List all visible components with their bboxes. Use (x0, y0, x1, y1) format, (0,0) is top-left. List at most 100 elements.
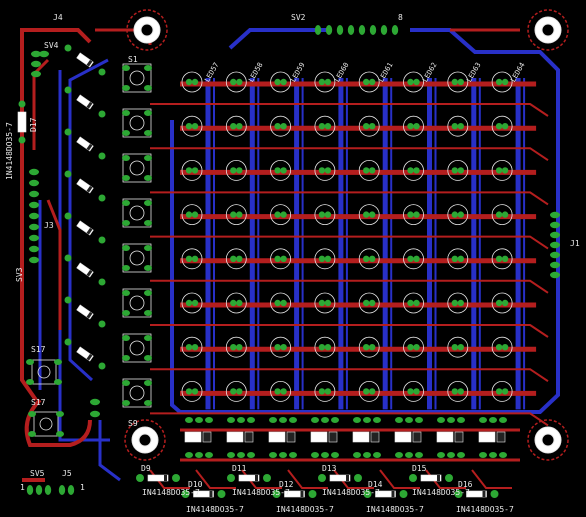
switch-pad (144, 175, 152, 181)
sv3-pin (29, 223, 39, 231)
led-pad (369, 255, 376, 262)
led-pad (369, 211, 376, 218)
led-pad (280, 211, 287, 218)
diode-pad (415, 452, 423, 458)
led-pad (501, 299, 509, 307)
switch-pad (28, 431, 36, 437)
led-pad (230, 167, 237, 174)
diode-pad (217, 490, 226, 498)
switch-pad (122, 155, 130, 161)
sv3-pin (29, 179, 39, 187)
led-pad (324, 211, 332, 218)
d14-part-label: IN4148DO35-7 (366, 505, 424, 514)
led-pad (191, 123, 199, 130)
diode-pad (64, 128, 72, 136)
diode-pad (98, 194, 106, 202)
led-pad (495, 388, 503, 395)
switch-pad (122, 265, 130, 271)
s1-label: S1 (128, 55, 138, 64)
diode-band (244, 431, 254, 443)
diode-pad (399, 490, 408, 498)
diode-pad (279, 452, 287, 458)
diode-pad (308, 490, 317, 498)
sv3-pin (29, 190, 39, 198)
switch-pad (144, 155, 152, 161)
led-pad (230, 344, 237, 351)
led-pad (185, 344, 193, 351)
diode-pad (64, 254, 72, 262)
led-pad (495, 123, 503, 130)
diode-pad (237, 452, 245, 458)
led-pad (280, 167, 287, 174)
diode-pad (321, 417, 329, 423)
led-pad (451, 299, 458, 307)
mounting-hole-center (541, 23, 555, 37)
diode-pad (457, 452, 465, 458)
sv5-label: SV5 (30, 469, 45, 478)
led-pad (191, 388, 199, 395)
sv2-pin8-label: 8 (398, 13, 403, 22)
led-pad (495, 211, 503, 218)
led-pad (363, 255, 370, 262)
diode-band (328, 431, 338, 443)
diode-band (286, 431, 296, 443)
diode-band (164, 475, 167, 481)
led-pad (451, 78, 458, 86)
switch-pad (122, 380, 130, 386)
j5-pin (58, 485, 66, 495)
sv2-pin (314, 25, 322, 35)
led-pad (501, 344, 509, 351)
led-pad (185, 167, 193, 174)
diode-band (482, 491, 486, 497)
diode-body (226, 431, 244, 443)
switch-pad (144, 85, 152, 91)
led-pad (236, 123, 243, 130)
j1-pin (550, 251, 560, 259)
diode-pad (363, 417, 371, 423)
diode-body (268, 431, 286, 443)
led-pad (318, 211, 326, 218)
led-pad (185, 211, 193, 218)
switch-pad (144, 380, 152, 386)
led-pad (501, 167, 509, 174)
led-pad (413, 167, 420, 174)
switch-pad (122, 335, 130, 341)
diode-pad (18, 136, 26, 144)
mounting-hole-center (138, 433, 152, 447)
led-pad (369, 388, 376, 395)
switch-pad (56, 411, 64, 417)
led-pad (407, 299, 414, 307)
led-pad (185, 123, 193, 130)
j1-pin (550, 211, 560, 219)
led-pad (280, 344, 287, 351)
led-pad (318, 388, 326, 395)
d15-label: D15 (412, 464, 427, 473)
led-pad (280, 78, 287, 86)
led-pad (457, 255, 464, 262)
led-pad (501, 388, 509, 395)
switch-pad (122, 290, 130, 296)
sv3-pin (29, 201, 39, 209)
switch-pad (54, 379, 62, 385)
d9-label: D9 (141, 464, 151, 473)
s9-label: S9 (128, 419, 138, 428)
switch-pad (26, 379, 34, 385)
led-pad (457, 211, 464, 218)
diode-pad (98, 362, 106, 370)
diode-pad (64, 170, 72, 178)
led-pad (363, 211, 370, 218)
switch-pad (122, 175, 130, 181)
led-pad (369, 123, 376, 130)
led-pad (230, 388, 237, 395)
led-pad (191, 299, 199, 307)
switch-pad (122, 65, 130, 71)
switch-pad (144, 130, 152, 136)
diode-pad (98, 110, 106, 118)
diode-band (209, 491, 213, 497)
led-pad (324, 388, 332, 395)
j1-pin (550, 261, 560, 269)
diode-pad (489, 417, 497, 423)
diode-band (412, 431, 422, 443)
led-pad (451, 211, 458, 218)
diode-pad (457, 417, 465, 423)
